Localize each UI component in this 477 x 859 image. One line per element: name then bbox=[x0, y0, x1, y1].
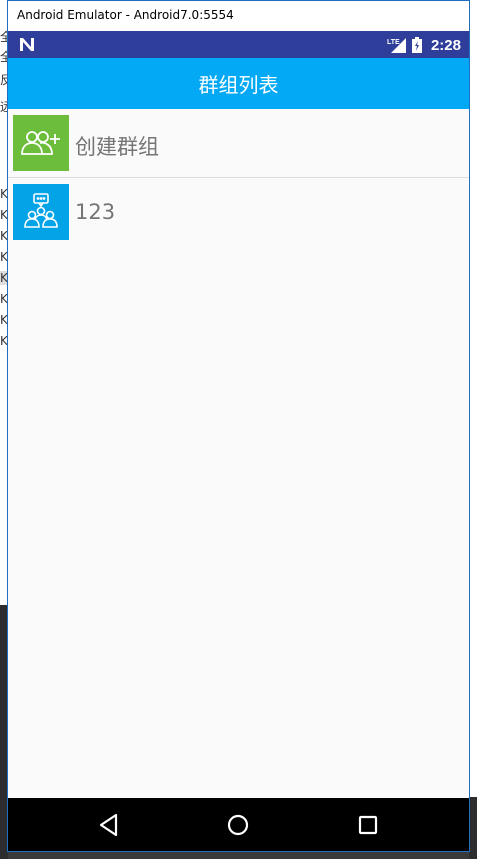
list-item-create-group[interactable]: 创建群组 bbox=[8, 109, 469, 177]
group-list: 创建群组 123 bbox=[8, 109, 469, 798]
window-titlebar[interactable]: Android Emulator - Android7.0:5554 bbox=[8, 1, 469, 31]
status-time: 2:28 bbox=[430, 36, 461, 54]
lte-signal-icon: LTE bbox=[387, 38, 406, 53]
background-window-right bbox=[469, 0, 477, 859]
recents-icon[interactable] bbox=[353, 810, 383, 840]
background-panel-dark bbox=[469, 797, 477, 859]
window-title: Android Emulator - Android7.0:5554 bbox=[17, 8, 234, 22]
n-logo-icon bbox=[20, 38, 34, 51]
list-item-label: 123 bbox=[75, 200, 116, 224]
battery-icon bbox=[411, 37, 422, 53]
back-icon[interactable] bbox=[94, 810, 124, 840]
page-title: 群组列表 bbox=[198, 73, 279, 97]
list-item-group[interactable]: 123 bbox=[8, 178, 469, 246]
list-item-label: 创建群组 bbox=[75, 135, 159, 159]
android-status-bar: LTE 2:28 bbox=[8, 31, 469, 58]
android-nav-bar bbox=[8, 798, 469, 851]
home-icon[interactable] bbox=[223, 810, 253, 840]
emulator-window: Android Emulator - Android7.0:5554 LTE 2… bbox=[7, 0, 470, 852]
group-chat-icon bbox=[13, 184, 69, 240]
network-label: LTE bbox=[387, 39, 400, 46]
app-bar: 群组列表 bbox=[8, 58, 469, 109]
add-group-icon bbox=[13, 115, 69, 171]
